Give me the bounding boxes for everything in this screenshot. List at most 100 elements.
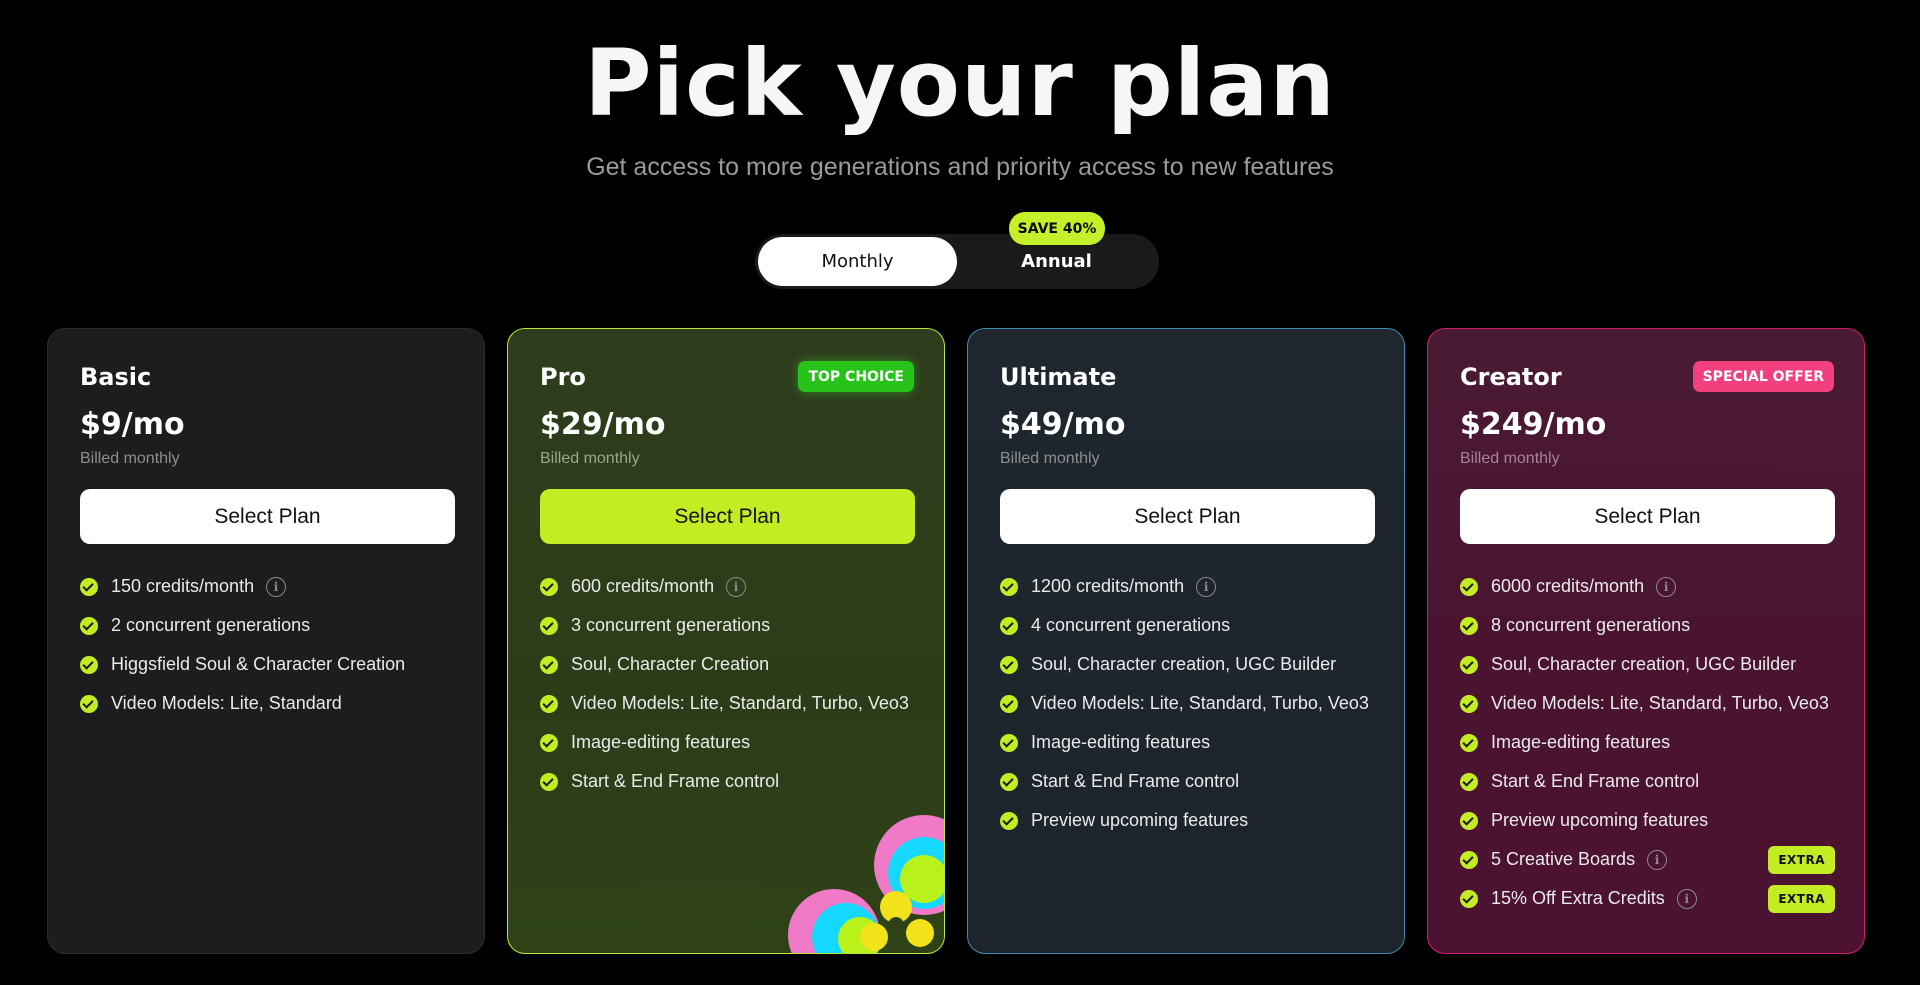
feature-item: Image-editing features [1460,723,1835,762]
check-circle-icon [80,577,98,596]
feature-label: 15% Off Extra Credits [1491,888,1665,908]
flower-decoration-icon [788,815,944,953]
feature-item: Video Models: Lite, Standard [80,684,455,723]
feature-label: 6000 credits/month [1491,576,1645,596]
feature-item: 8 concurrent generations [1460,606,1835,645]
feature-item: Higgsfield Soul & Character Creation [80,645,455,684]
info-icon[interactable]: i [1196,576,1217,597]
feature-item: Start & End Frame control [1460,762,1835,801]
select-plan-button[interactable]: Select Plan [1460,489,1835,544]
feature-label: Start & End Frame control [1491,771,1700,791]
check-circle-icon [1460,577,1478,596]
check-circle-icon [1460,694,1478,713]
check-circle-icon [1000,655,1018,674]
feature-item: Soul, Character Creation [540,645,915,684]
feature-item: Soul, Character creation, UGC Builder [1460,645,1835,684]
plan-price: $249/mo [1460,407,1607,442]
feature-label: Image-editing features [1031,732,1211,752]
feature-label: Soul, Character creation, UGC Builder [1031,654,1337,674]
plan-price: $9/mo [80,407,185,442]
check-circle-icon [1460,850,1478,869]
billing-period: Billed monthly [1000,450,1100,467]
feature-label: Video Models: Lite, Standard, Turbo, Veo… [1031,693,1369,713]
page-subtitle: Get access to more generations and prior… [586,153,1334,181]
check-circle-icon [80,616,98,635]
plan-name: Basic [80,363,152,391]
extra-badge: EXTRA [1768,846,1835,874]
feature-label: 3 concurrent generations [571,615,771,635]
check-circle-icon [80,655,98,674]
check-circle-icon [1460,811,1478,830]
info-icon[interactable]: i [726,576,747,597]
special-offer-badge: SPECIAL OFFER [1692,361,1834,392]
check-circle-icon [1000,694,1018,713]
plan-name: Creator [1460,363,1562,391]
feature-item: 1200 credits/month i [1000,567,1375,606]
monthly-toggle-option[interactable]: Monthly [758,237,957,286]
plan-price: $29/mo [540,407,666,442]
feature-label: Image-editing features [571,732,751,752]
feature-item: Start & End Frame control [1000,762,1375,801]
feature-item: 600 credits/month i [540,567,915,606]
feature-label: 1200 credits/month [1031,576,1185,596]
feature-item: 3 concurrent generations [540,606,915,645]
extra-badge: EXTRA [1768,885,1835,913]
check-circle-icon [1460,655,1478,674]
feature-label: Higgsfield Soul & Character Creation [111,654,406,674]
feature-label: 600 credits/month [571,576,715,596]
check-circle-icon [1460,733,1478,752]
billing-period: Billed monthly [80,450,180,467]
check-circle-icon [540,577,558,596]
feature-label: 4 concurrent generations [1031,615,1231,635]
info-icon[interactable]: i [266,576,287,597]
feature-label: Image-editing features [1491,732,1671,752]
check-circle-icon [540,772,558,791]
select-plan-button[interactable]: Select Plan [540,489,915,544]
feature-item: Video Models: Lite, Standard, Turbo, Veo… [1000,684,1375,723]
feature-item: Image-editing features [1000,723,1375,762]
feature-label: 8 concurrent generations [1491,615,1691,635]
feature-item: Preview upcoming features [1000,801,1375,840]
plan-card-basic: Basic $9/mo Billed monthly Select Plan 1… [47,328,485,954]
check-circle-icon [1460,616,1478,635]
feature-item: Soul, Character creation, UGC Builder [1000,645,1375,684]
feature-item: Preview upcoming features [1460,801,1835,840]
check-circle-icon [1000,811,1018,830]
check-circle-icon [1000,733,1018,752]
info-icon[interactable]: i [1676,888,1697,909]
select-plan-button[interactable]: Select Plan [80,489,455,544]
check-circle-icon [540,733,558,752]
feature-item: 5 Creative Boards i EXTRA [1460,840,1835,879]
plan-name: Ultimate [1000,363,1117,391]
feature-item: Start & End Frame control [540,762,915,801]
feature-label: Preview upcoming features [1491,810,1709,830]
billing-toggle: Monthly Annual [755,234,1159,289]
page-title: Pick your plan [584,30,1336,137]
plan-card-creator: Creator SPECIAL OFFER $249/mo Billed mon… [1427,328,1865,954]
feature-item: Image-editing features [540,723,915,762]
feature-label: Soul, Character Creation [571,654,770,674]
info-icon[interactable]: i [1656,576,1677,597]
feature-label: 150 credits/month [111,576,255,596]
feature-item: 15% Off Extra Credits i EXTRA [1460,879,1835,918]
feature-item: 150 credits/month i [80,567,455,606]
feature-list: 600 credits/month i 3 concurrent generati… [540,567,915,801]
feature-label: Preview upcoming features [1031,810,1249,830]
feature-label: Start & End Frame control [1031,771,1240,791]
feature-label: 5 Creative Boards [1491,849,1636,869]
select-plan-button[interactable]: Select Plan [1000,489,1375,544]
check-circle-icon [1000,772,1018,791]
check-circle-icon [1460,772,1478,791]
feature-item: Video Models: Lite, Standard, Turbo, Veo… [1460,684,1835,723]
billing-period: Billed monthly [540,450,640,467]
info-icon[interactable]: i [1647,849,1668,870]
plan-card-pro: Pro TOP CHOICE $29/mo Billed monthly Sel… [507,328,945,954]
feature-label: Video Models: Lite, Standard [111,693,342,713]
check-circle-icon [1000,616,1018,635]
feature-item: 2 concurrent generations [80,606,455,645]
feature-label: 2 concurrent generations [111,615,311,635]
feature-item: 4 concurrent generations [1000,606,1375,645]
feature-list: 150 credits/month i 2 concurrent generati… [80,567,455,723]
check-circle-icon [540,655,558,674]
plan-price: $49/mo [1000,407,1126,442]
